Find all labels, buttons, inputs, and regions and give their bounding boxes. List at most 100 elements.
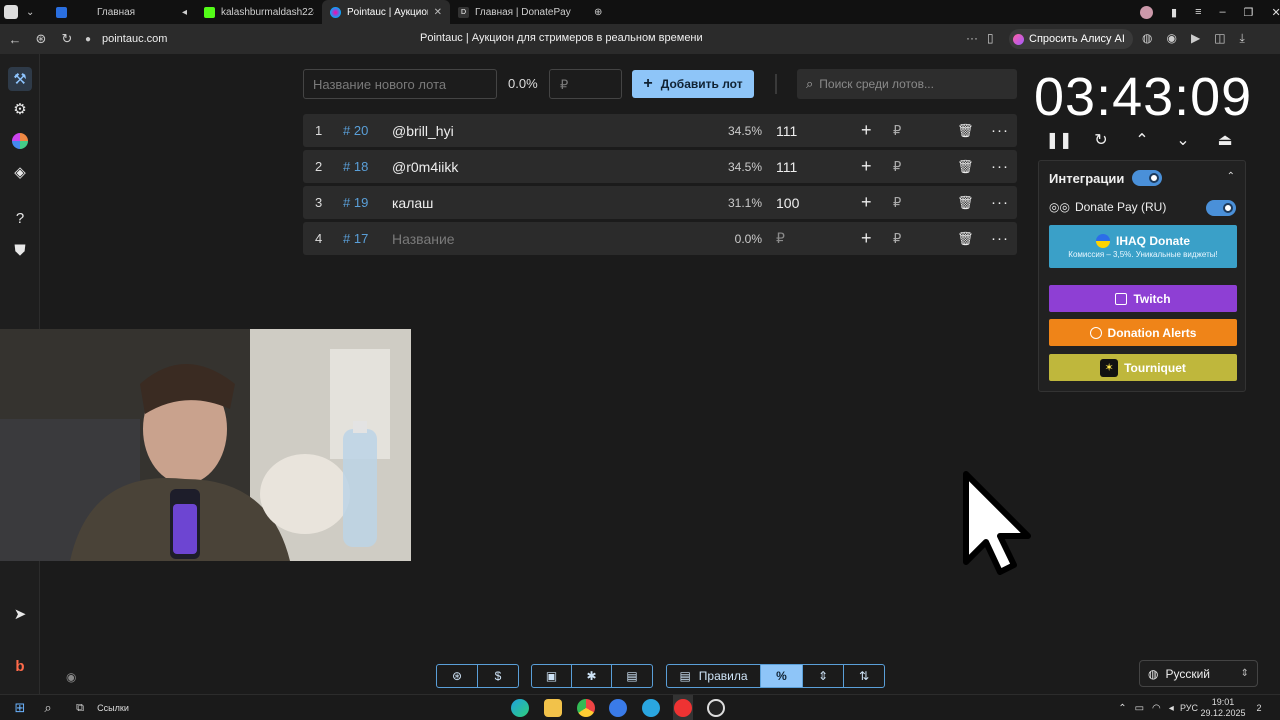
lot-amount[interactable]: 100 [776, 186, 799, 219]
windows-start-icon[interactable]: ⊞ [10, 695, 30, 720]
explorer-icon[interactable] [543, 695, 563, 720]
volume-icon[interactable]: ◂ [1169, 703, 1174, 714]
boosty-icon[interactable]: b [8, 654, 32, 678]
sort-icon[interactable]: ⇅ [844, 665, 884, 687]
tab-home[interactable]: Главная [44, 0, 174, 24]
extension-icon[interactable]: ◉ [1166, 31, 1176, 46]
reset-icon[interactable]: ↻ [1090, 129, 1112, 151]
play-icon[interactable]: ▶ [1191, 31, 1200, 46]
save-icon[interactable]: ▣ [532, 665, 572, 687]
lot-add-amount-field[interactable]: ₽ [893, 114, 901, 147]
tab-kick[interactable]: kalashburmaldash228 Stre [196, 0, 322, 24]
rules-button[interactable]: ▤ Правила [667, 665, 761, 687]
trash-icon[interactable]: 🗑 [957, 150, 974, 183]
lot-add-amount-field[interactable]: ₽ [893, 222, 901, 255]
app-icon[interactable] [608, 695, 628, 720]
close-window-icon[interactable]: ✕ [1271, 6, 1280, 19]
ihaq-donate-button[interactable]: IHAQ Donate Комиссия – 3,5%. Уникальные … [1049, 225, 1237, 268]
settings-icon[interactable]: ⚙ [8, 97, 32, 121]
edge-icon[interactable] [510, 695, 530, 720]
notification-icon[interactable]: 2 [1250, 695, 1268, 720]
close-tab-icon[interactable]: ✕ [434, 7, 442, 18]
chevron-down-icon[interactable]: ⌄ [1172, 129, 1194, 151]
new-lot-name-input[interactable] [303, 69, 497, 99]
lot-amount[interactable]: 111 [776, 114, 797, 147]
maximize-icon[interactable]: ❐ [1244, 6, 1254, 19]
wifi-icon[interactable]: ◠ [1152, 703, 1161, 714]
shield-icon[interactable]: ⛊ [8, 238, 32, 262]
collections-icon[interactable]: ◫ [1214, 31, 1225, 46]
percent-toggle[interactable]: % [761, 665, 803, 687]
add-amount-icon[interactable]: + [861, 150, 872, 183]
integrations-toggle[interactable] [1132, 170, 1162, 186]
lot-amount[interactable]: 111 [776, 150, 797, 183]
clock[interactable]: 19:01 29.12.2025 [1200, 695, 1246, 720]
back-icon[interactable]: ← [2, 32, 28, 47]
tab-pointauc[interactable]: Pointauc | Аукцион для ✕ [322, 0, 450, 24]
lot-amount[interactable]: ₽ [776, 222, 785, 255]
sound-icon[interactable]: ◂ [174, 0, 196, 24]
tab-donatepay[interactable]: D Главная | DonatePay [450, 0, 586, 24]
lot-name[interactable]: Название [392, 222, 455, 255]
lot-name[interactable]: @brill_hyi [392, 114, 454, 147]
search-input[interactable] [819, 77, 1000, 91]
tourniquet-button[interactable]: ✶ Tourniquet [1049, 354, 1237, 381]
lot-name[interactable]: @r0m4iikk [392, 150, 458, 183]
new-tab-button[interactable]: ⊕ [586, 0, 610, 24]
browser-menu-icon[interactable] [0, 0, 22, 24]
more-options-icon[interactable]: ··· [991, 186, 1009, 219]
protect-icon[interactable]: ⊛ [28, 31, 54, 47]
more-options-icon[interactable]: ··· [991, 222, 1009, 255]
telegram-icon[interactable] [641, 695, 661, 720]
lot-add-amount-field[interactable]: ₽ [893, 186, 901, 219]
tray-chevron-icon[interactable]: ⌃ [1118, 703, 1126, 714]
url-field[interactable]: pointauc.com [102, 33, 167, 45]
site-info-icon[interactable]: ● [80, 34, 96, 45]
downloads-icon[interactable]: ⤓ [1240, 31, 1245, 46]
add-amount-icon[interactable]: + [861, 186, 872, 219]
bookmarks-icon[interactable]: ▮ [1171, 6, 1177, 19]
trash-icon[interactable]: 🗑 [957, 222, 974, 255]
alice-button[interactable]: Спросить Алису AI [1009, 29, 1133, 49]
tabs-dropdown-icon[interactable]: ⌄ [22, 0, 44, 24]
minimize-icon[interactable]: – [1219, 6, 1225, 18]
reload-icon[interactable]: ↻ [54, 31, 80, 47]
clear-list-icon[interactable]: ▤ [612, 665, 652, 687]
more-icon[interactable]: ··· [966, 31, 978, 45]
chevron-up-icon[interactable]: ⌃ [1131, 129, 1153, 151]
search-icon[interactable]: ⌕ [38, 695, 58, 720]
help-icon[interactable]: ? [8, 206, 32, 230]
menu-icon[interactable]: ≡ [1195, 6, 1201, 18]
add-amount-icon[interactable]: + [861, 114, 872, 147]
lot-add-amount-field[interactable]: ₽ [893, 150, 901, 183]
profile-avatar[interactable] [1140, 5, 1153, 19]
donation-alerts-button[interactable]: Donation Alerts [1049, 319, 1237, 346]
wheel-icon[interactable] [8, 129, 32, 153]
github-icon[interactable]: ⊛ [437, 665, 478, 687]
double-chevron-up-icon[interactable]: ⏏ [1214, 129, 1236, 151]
add-lot-button[interactable]: + Добавить лот [632, 70, 754, 98]
globe-icon[interactable]: ◍ [1142, 31, 1152, 46]
auction-icon[interactable]: ⚒ [8, 67, 32, 91]
trash-icon[interactable]: 🗑 [957, 114, 974, 147]
keyboard-language[interactable]: РУС [1180, 695, 1198, 720]
donate-icon[interactable]: $ [478, 665, 518, 687]
chrome-icon[interactable] [576, 695, 596, 720]
more-options-icon[interactable]: ··· [991, 150, 1009, 183]
trash-icon[interactable]: 🗑 [957, 186, 974, 219]
links-toolbar[interactable]: Ссылки [97, 695, 129, 720]
more-options-icon[interactable]: ··· [991, 114, 1009, 147]
collapse-icon[interactable]: ⌃ [1227, 171, 1235, 182]
lot-search[interactable]: ⌕ [797, 69, 1017, 99]
telegram-icon[interactable]: ➤ [8, 602, 32, 626]
layers-icon[interactable]: ◈ [8, 160, 32, 184]
task-view-icon[interactable]: ⧉ [70, 695, 90, 720]
donatepay-toggle[interactable] [1206, 200, 1236, 216]
new-lot-amount-input[interactable] [549, 69, 622, 99]
twitch-button[interactable]: Twitch [1049, 285, 1237, 312]
obs-icon[interactable] [706, 695, 726, 720]
eye-icon[interactable]: ◉ [66, 670, 76, 684]
language-select[interactable]: ◍ Русский ⇕ [1139, 660, 1258, 687]
compact-icon[interactable]: ⇕ [803, 665, 844, 687]
add-amount-icon[interactable]: + [861, 222, 872, 255]
